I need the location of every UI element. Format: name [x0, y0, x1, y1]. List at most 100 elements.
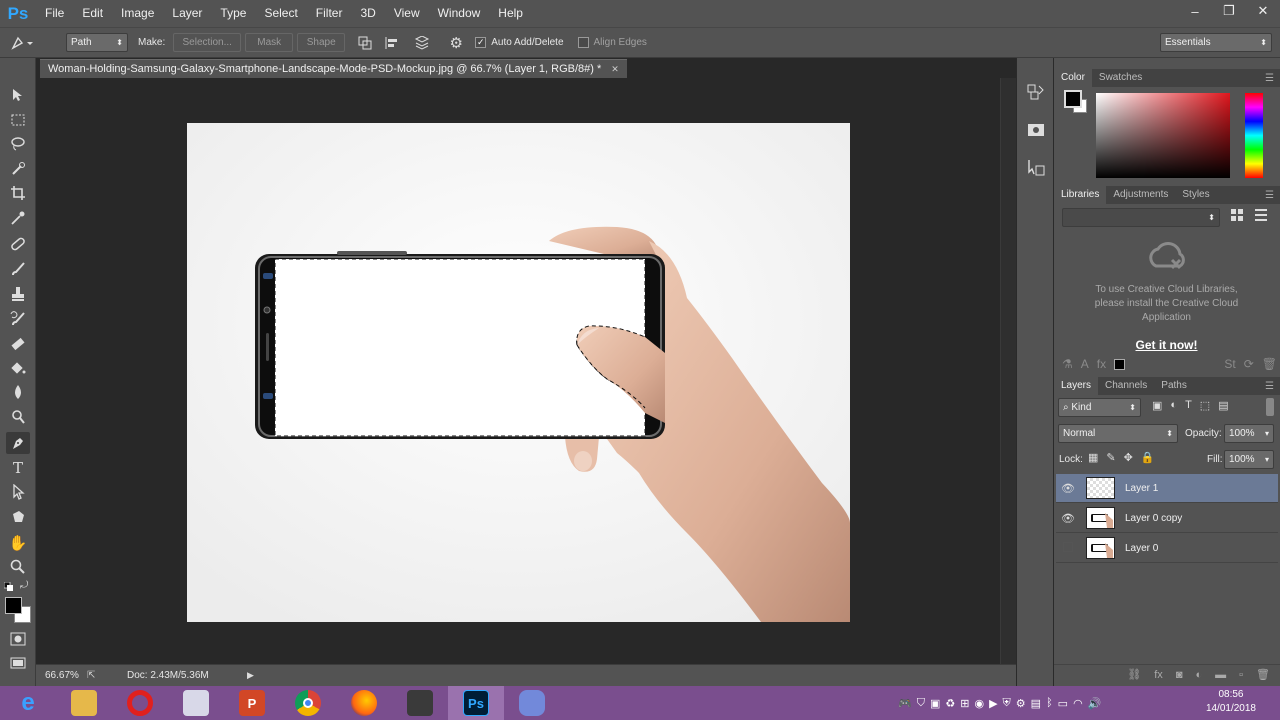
tab-layers[interactable]: Layers — [1054, 377, 1099, 395]
clock[interactable]: 08:56 14/01/2018 — [1206, 688, 1256, 716]
gear-icon[interactable]: ⚙ — [441, 33, 471, 53]
minimize-button[interactable]: – — [1178, 0, 1212, 22]
opacity-input[interactable]: 100% ▾ — [1224, 424, 1274, 443]
sync-icon[interactable]: ⟳ — [1244, 357, 1254, 371]
move-tool-icon[interactable] — [6, 84, 30, 106]
eraser-tool-icon[interactable] — [6, 332, 30, 354]
tray-network-icon[interactable]: ⊞ — [960, 697, 969, 710]
color-panel-foreground-swatch[interactable] — [1064, 90, 1082, 108]
menu-layer[interactable]: Layer — [163, 0, 211, 27]
library-select[interactable]: ⬍ — [1062, 208, 1220, 227]
filter-shape-icon[interactable]: ⬚ — [1200, 399, 1210, 415]
stock-icon[interactable]: St — [1224, 357, 1235, 371]
adjustment-layer-icon[interactable]: ◐ — [1195, 669, 1202, 681]
tray-sync-icon[interactable]: ♻ — [945, 697, 955, 710]
status-menu-arrow-icon[interactable]: ▶ — [247, 670, 254, 681]
tray-battery-icon[interactable]: ▭ — [1058, 697, 1068, 710]
path-operations-icon[interactable] — [353, 33, 377, 53]
default-colors-icon[interactable] — [3, 581, 14, 592]
eyedropper-tool-icon[interactable] — [6, 207, 30, 229]
tray-bluetooth-icon[interactable]: ᛒ — [1046, 697, 1053, 709]
path-arrangement-icon[interactable] — [407, 33, 437, 53]
zoom-tool-icon[interactable] — [6, 556, 30, 578]
fill-input[interactable]: 100% ▾ — [1224, 450, 1274, 469]
type-tool-icon[interactable]: T — [6, 457, 30, 479]
history-brush-tool-icon[interactable] — [6, 308, 30, 330]
lasso-tool-icon[interactable] — [6, 133, 30, 155]
close-icon[interactable]: ✕ — [611, 64, 619, 75]
shape-tool-icon[interactable] — [6, 506, 30, 528]
canvas-vertical-scrollbar[interactable] — [1000, 78, 1016, 664]
panel-menu-icon[interactable]: ☰ — [1265, 190, 1274, 201]
make-shape-button[interactable]: Shape — [297, 33, 346, 52]
zoom-level[interactable]: 66.67% — [45, 670, 85, 681]
history-panel-icon[interactable] — [1026, 82, 1046, 102]
layer-row[interactable]: Layer 0 — [1056, 534, 1278, 563]
get-it-now-link[interactable]: Get it now! — [1084, 338, 1249, 352]
filter-toggle[interactable] — [1266, 398, 1274, 416]
tray-media-icon[interactable]: ▶ — [989, 697, 997, 710]
tab-swatches[interactable]: Swatches — [1092, 69, 1149, 87]
taskbar-firefox[interactable] — [336, 686, 392, 720]
tray-antivirus-icon[interactable]: ⛨ — [1003, 697, 1011, 710]
auto-add-delete-checkbox[interactable]: ✓ — [475, 37, 487, 48]
hand-tool-icon[interactable]: ✋ — [6, 532, 30, 554]
export-icon[interactable]: ⇱ — [87, 670, 107, 681]
add-graphic-icon[interactable]: ⚗ — [1062, 357, 1073, 371]
visibility-eye-icon[interactable]: 👁 — [1056, 512, 1080, 525]
restore-button[interactable]: ❐ — [1212, 0, 1246, 22]
menu-view[interactable]: View — [385, 0, 429, 27]
quick-selection-tool-icon[interactable] — [6, 158, 30, 180]
menu-3d[interactable]: 3D — [351, 0, 384, 27]
tab-libraries[interactable]: Libraries — [1054, 186, 1107, 204]
tool-presets-panel-icon[interactable] — [1026, 158, 1046, 178]
delete-layer-icon[interactable]: 🗑 — [1256, 668, 1270, 681]
panel-menu-icon[interactable]: ☰ — [1265, 73, 1274, 84]
tray-volume-icon[interactable]: 🔊 — [1088, 697, 1102, 710]
menu-image[interactable]: Image — [112, 0, 163, 27]
menu-file[interactable]: File — [36, 0, 73, 27]
menu-type[interactable]: Type — [211, 0, 255, 27]
healing-brush-tool-icon[interactable] — [6, 233, 30, 255]
crop-tool-icon[interactable] — [6, 182, 30, 204]
panel-menu-icon[interactable]: ☰ — [1265, 381, 1274, 392]
foreground-color-swatch[interactable] — [5, 597, 22, 614]
path-selection-tool-icon[interactable] — [6, 481, 30, 503]
tab-styles[interactable]: Styles — [1175, 186, 1216, 204]
tray-wifi-icon[interactable]: ◠ — [1073, 697, 1083, 710]
lock-transparency-icon[interactable]: ▦ — [1088, 451, 1098, 467]
taskbar-discord[interactable] — [504, 686, 560, 720]
trash-icon[interactable]: 🗑 — [1262, 357, 1277, 371]
menu-window[interactable]: Window — [429, 0, 490, 27]
clone-stamp-tool-icon[interactable] — [6, 283, 30, 305]
menu-edit[interactable]: Edit — [73, 0, 112, 27]
paint-bucket-tool-icon[interactable] — [6, 357, 30, 379]
brush-tool-icon[interactable] — [6, 258, 30, 280]
blur-tool-icon[interactable] — [6, 381, 30, 403]
marquee-tool-icon[interactable] — [6, 109, 30, 131]
menu-help[interactable]: Help — [489, 0, 532, 27]
align-edges-checkbox[interactable] — [577, 37, 589, 48]
quick-mask-icon[interactable] — [10, 632, 26, 646]
tab-channels[interactable]: Channels — [1098, 377, 1154, 395]
taskbar-photoshop[interactable]: Ps — [448, 686, 504, 720]
filter-smart-object-icon[interactable]: ▤ — [1218, 399, 1228, 415]
menu-filter[interactable]: Filter — [307, 0, 352, 27]
tab-color[interactable]: Color — [1054, 69, 1092, 87]
grid-view-icon[interactable] — [1230, 208, 1246, 224]
add-mask-icon[interactable]: ◙ — [1176, 669, 1183, 681]
tray-app-icon[interactable]: ▣ — [930, 697, 940, 710]
close-button[interactable]: ✕ — [1246, 0, 1280, 22]
properties-panel-icon[interactable] — [1026, 120, 1046, 140]
pen-tool-icon[interactable] — [6, 432, 30, 454]
workspace-select[interactable]: Essentials ⬍ — [1160, 33, 1272, 52]
tray-game-icon[interactable]: 🎮 — [898, 697, 912, 710]
swap-colors-icon[interactable]: ⤾ — [20, 580, 32, 592]
pen-tool-preset-icon[interactable] — [0, 27, 44, 58]
add-color-icon[interactable] — [1114, 358, 1126, 370]
add-text-style-icon[interactable]: A — [1081, 357, 1089, 371]
dodge-tool-icon[interactable] — [6, 406, 30, 428]
document-canvas[interactable] — [187, 123, 850, 622]
tray-chrome-icon[interactable]: ◉ — [974, 697, 984, 710]
layer-style-icon[interactable]: fx — [1154, 669, 1163, 681]
